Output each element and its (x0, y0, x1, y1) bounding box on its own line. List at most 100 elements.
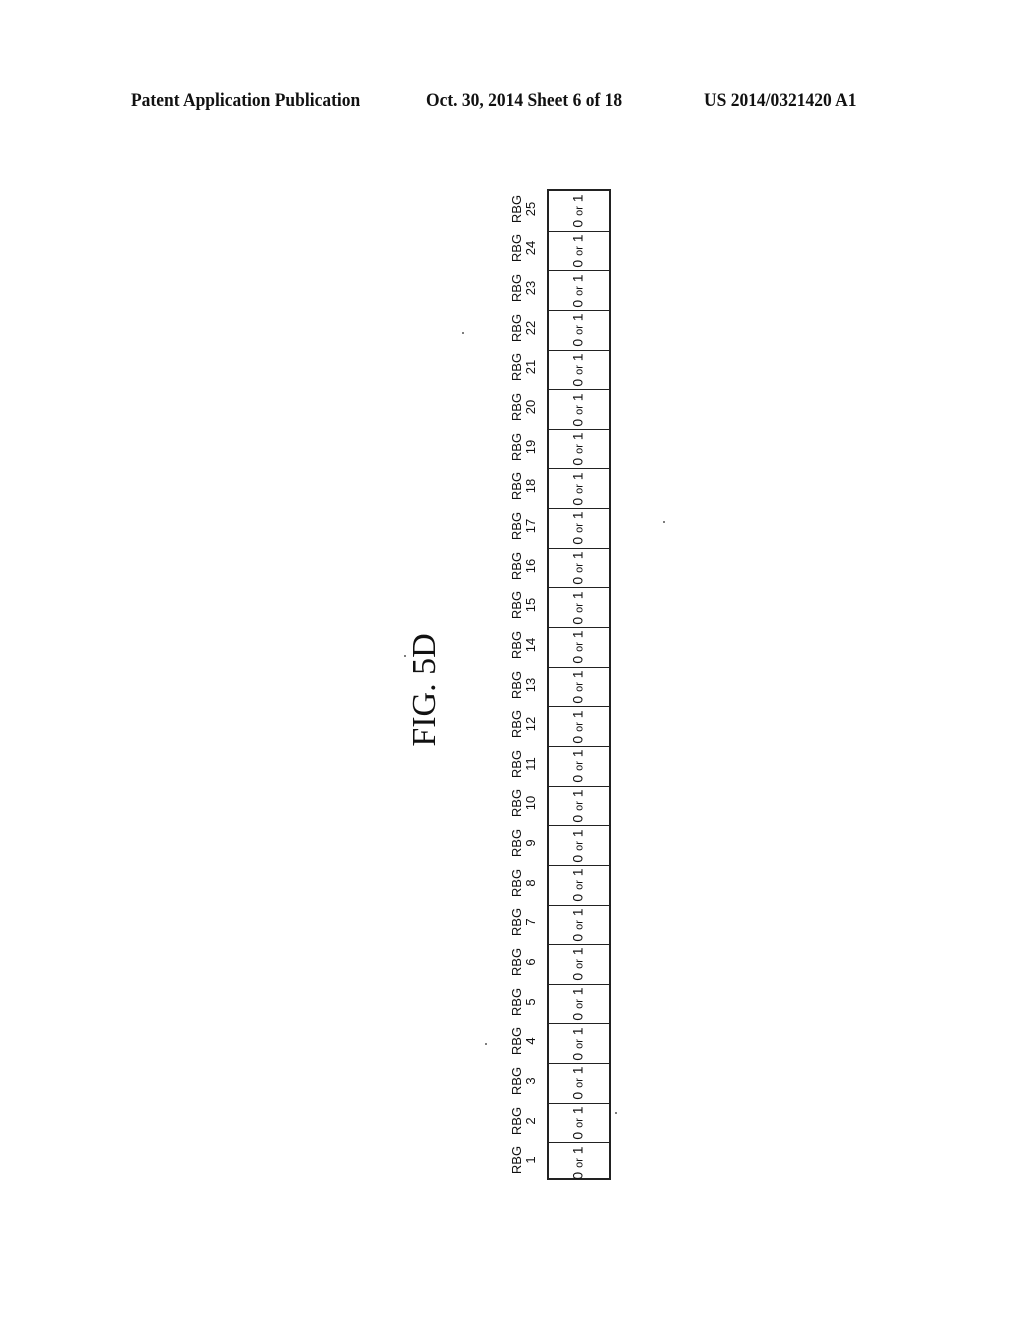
rbg-cell-value: 0 or 1 (570, 512, 588, 545)
value-token: 1 (569, 313, 586, 322)
value-token: 0 (569, 854, 586, 863)
rbg-cell: 0 or 1 (549, 944, 609, 984)
rbg-label-index: 10 (523, 796, 538, 811)
rbg-label: RBG 8 (509, 869, 538, 897)
rbg-cell-value: 0 or 1 (569, 710, 588, 744)
value-token: 0 (569, 1171, 586, 1180)
rbg-label-index: 11 (523, 757, 538, 771)
value-token: 1 (569, 789, 586, 798)
rbg-label-text: RBG (509, 789, 524, 818)
value-token: 0 (569, 576, 586, 585)
value-token: 1 (569, 472, 586, 480)
rbg-cell: 0 or 1 (549, 706, 609, 746)
value-token: 1 (569, 551, 586, 560)
rbg-cell-value: 0 or 1 (569, 274, 588, 307)
value-token: 1 (569, 274, 586, 282)
rbg-cell: 0 or 1 (549, 825, 609, 865)
value-token: 0 (569, 616, 586, 625)
rbg-label-index: 18 (523, 479, 538, 494)
rbg-label-index: 5 (523, 997, 538, 1006)
value-token: or (573, 205, 586, 216)
value-token: 0 (569, 973, 586, 982)
rbg-cell: 0 or 1 (549, 1063, 609, 1103)
value-token: or (573, 1157, 586, 1168)
value-token: 1 (569, 908, 586, 917)
rbg-label: RBG 19 (509, 433, 538, 461)
rbg-cell-value: 0 or 1 (569, 670, 588, 703)
value-token: 0 (569, 378, 586, 387)
rbg-cell: 0 or 1 (549, 508, 609, 548)
rbg-cell: 0 or 1 (549, 904, 609, 945)
rbg-cell-value: 0 or 1 (569, 393, 588, 427)
rbg-label: RBG 7 (509, 908, 538, 936)
scan-speck (485, 1043, 487, 1045)
value-token: 1 (569, 670, 586, 679)
value-token: 0 (569, 814, 586, 823)
scan-speck (404, 655, 406, 657)
rbg-cell-value: 0 or 1 (570, 234, 588, 267)
rbg-label-index: 7 (523, 918, 538, 926)
rbg-cell-value: 0 or 1 (570, 433, 588, 466)
rbg-label-index: 2 (523, 1116, 538, 1125)
publication-type: Patent Application Publication (131, 90, 361, 111)
value-token: or (573, 1078, 586, 1089)
rbg-cell-value: 0 or 1 (569, 908, 588, 941)
value-token: 1 (569, 194, 586, 203)
value-token: 1 (569, 749, 586, 758)
value-token: or (573, 364, 586, 375)
rbg-cell: 0 or 1 (549, 1023, 609, 1063)
rbg-label: RBG 15 (509, 591, 538, 619)
value-token: or (573, 325, 586, 336)
rbg-cell-value: 0 or 1 (569, 1146, 588, 1180)
rbg-label-text: RBG (509, 194, 524, 223)
rbg-cell: 0 or 1 (549, 666, 609, 707)
rbg-label-text: RBG (509, 313, 524, 342)
value-token: or (573, 563, 586, 573)
value-token: 0 (569, 418, 586, 427)
rbg-label: RBG 3 (509, 1067, 538, 1095)
rbg-label-text: RBG (509, 710, 524, 739)
rbg-label-index: 24 (523, 241, 538, 256)
rbg-label-text: RBG (509, 353, 524, 382)
rbg-label: RBG 12 (509, 710, 538, 739)
rbg-cell-value: 0 or 1 (569, 472, 588, 505)
value-token: 0 (569, 1012, 586, 1021)
rbg-label: RBG 25 (509, 194, 538, 223)
value-token: 0 (569, 735, 586, 744)
value-token: 0 (569, 775, 586, 783)
rbg-label-text: RBG (509, 234, 524, 263)
rbg-label: RBG 6 (509, 948, 538, 976)
rbg-cell-value: 0 or 1 (570, 631, 588, 664)
rbg-cell: 0 or 1 (549, 627, 609, 667)
rbg-label-index: 20 (523, 399, 538, 415)
rbg-label-index: 15 (523, 597, 538, 613)
rbg-label-text: RBG (509, 1106, 524, 1135)
value-token: or (573, 880, 586, 891)
rbg-label-index: 3 (523, 1077, 538, 1085)
rbg-label-text: RBG (509, 274, 524, 303)
rbg-label-index: 16 (523, 558, 538, 573)
value-token: 1 (569, 591, 586, 599)
value-token: 1 (569, 1066, 586, 1075)
value-token: or (573, 483, 586, 494)
rbg-label: RBG 2 (509, 1106, 538, 1135)
rbg-cell-value: 0 or 1 (569, 551, 588, 585)
scan-speck (663, 521, 665, 523)
rbg-label-index: 23 (523, 280, 538, 296)
rbg-cell: 0 or 1 (549, 587, 609, 627)
rbg-cell: 0 or 1 (549, 1142, 609, 1182)
rbg-cell: 0 or 1 (549, 983, 609, 1024)
rbg-label-index: 9 (523, 839, 538, 847)
value-token: 1 (569, 987, 586, 996)
rbg-label: RBG 14 (509, 631, 538, 659)
rbg-cell: 0 or 1 (549, 428, 609, 469)
rbg-label: RBG 13 (509, 670, 538, 698)
value-token: or (573, 721, 586, 732)
rbg-cell: 0 or 1 (549, 745, 609, 786)
value-token: or (573, 682, 586, 692)
rbg-cell-value: 0 or 1 (569, 353, 588, 387)
rbg-label-index: 8 (523, 879, 538, 887)
value-token: 1 (569, 868, 586, 877)
rbg-cell: 0 or 1 (549, 785, 609, 826)
value-token: 1 (569, 828, 586, 837)
